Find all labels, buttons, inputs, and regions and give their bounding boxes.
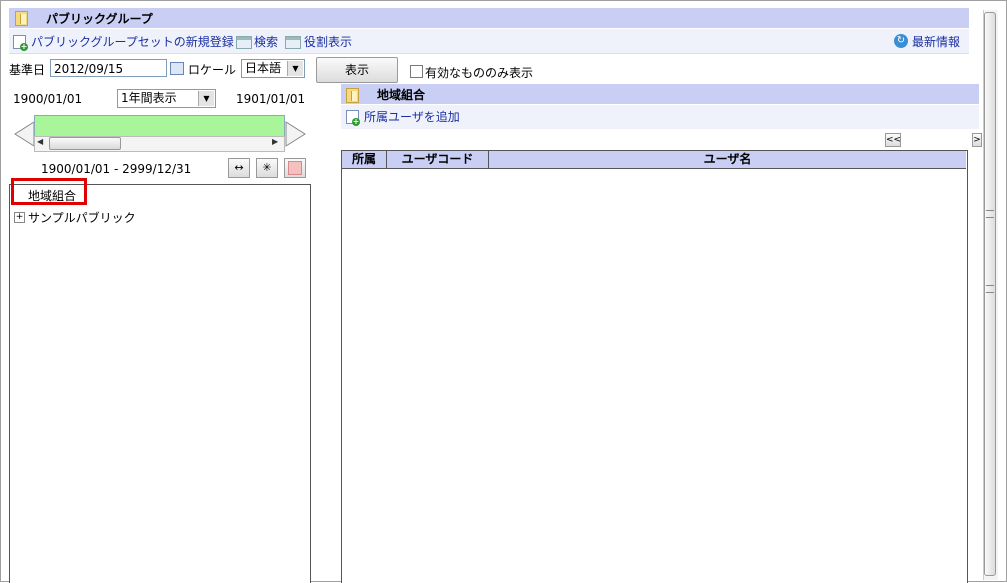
grip-icon <box>986 285 994 293</box>
pager-prev-button[interactable]: << <box>885 133 901 147</box>
timeline-next-arrow-icon[interactable] <box>285 121 306 147</box>
tree-panel <box>9 184 311 583</box>
folder-icon <box>346 88 359 103</box>
page-scroll-thumb[interactable] <box>984 12 996 576</box>
timeline-scroll-thumb[interactable] <box>49 137 121 150</box>
show-button[interactable]: 表示 <box>316 57 398 83</box>
page-title: パブリックグループ <box>46 12 153 26</box>
pager-next-button[interactable]: > <box>972 133 982 147</box>
group-title: 地域組合 <box>377 88 426 102</box>
column-header-affiliation[interactable]: 所属 <box>342 151 387 169</box>
period-value: 1年間表示 <box>121 91 177 105</box>
add-user-link[interactable]: 所属ユーザを追加 <box>364 108 460 125</box>
expand-plus-icon[interactable]: + <box>14 212 25 223</box>
timeline-prev-arrow-icon[interactable] <box>14 121 35 147</box>
timeline-start: 1900/01/01 <box>13 92 83 106</box>
calendar-icon[interactable] <box>170 62 184 75</box>
clear-icon[interactable] <box>284 158 306 178</box>
active-only-checkbox[interactable] <box>410 65 423 78</box>
base-date-input[interactable]: 2012/09/15 <box>50 59 167 77</box>
new-group-set-link[interactable]: パブリックグループセットの新規登録 <box>31 33 234 50</box>
add-icon: + <box>20 42 28 51</box>
base-date-label: 基準日 <box>9 63 46 77</box>
locale-value: 日本語 <box>245 61 282 75</box>
scroll-right-icon[interactable]: ▶ <box>272 137 278 146</box>
timeline-range: 1900/01/01 - 2999/12/31 <box>41 162 192 176</box>
tree-item-sample-public[interactable]: サンプルパブリック <box>28 209 136 226</box>
column-header-user-code[interactable]: ユーザコード <box>387 151 489 169</box>
period-select[interactable]: 1年間表示 ▼ <box>117 89 216 108</box>
active-only-label: 有効なもののみ表示 <box>425 66 534 80</box>
locale-label: ロケール <box>188 63 237 77</box>
folder-icon <box>15 11 28 26</box>
chevron-down-icon: ▼ <box>287 61 303 76</box>
clear-swatch <box>288 161 302 175</box>
collapse-icon[interactable]: ✳ <box>256 158 278 178</box>
timeline-range-bar[interactable] <box>34 115 285 137</box>
user-table: 所属 ユーザコード ユーザ名 <box>341 150 968 583</box>
role-display-link[interactable]: 役割表示 <box>304 33 352 50</box>
grip-icon <box>986 210 994 218</box>
search-window-icon <box>236 36 252 49</box>
locale-select[interactable]: 日本語 ▼ <box>241 59 305 78</box>
header-bar <box>9 8 969 28</box>
expand-horizontal-icon[interactable]: ↔ <box>228 158 250 178</box>
column-header-user-name[interactable]: ユーザ名 <box>489 151 966 169</box>
right-header-bar <box>341 84 979 104</box>
timeline-end: 1901/01/01 <box>236 92 306 106</box>
scroll-left-icon[interactable]: ◀ <box>37 137 43 146</box>
search-link[interactable]: 検索 <box>254 33 278 50</box>
latest-info-link[interactable]: 最新情報 <box>912 33 960 50</box>
chevron-down-icon: ▼ <box>198 91 214 106</box>
add-icon: + <box>352 117 360 126</box>
role-window-icon <box>285 36 301 49</box>
tree-item-region-union[interactable]: 地域組合 <box>28 187 76 204</box>
refresh-icon: ↻ <box>894 34 908 48</box>
